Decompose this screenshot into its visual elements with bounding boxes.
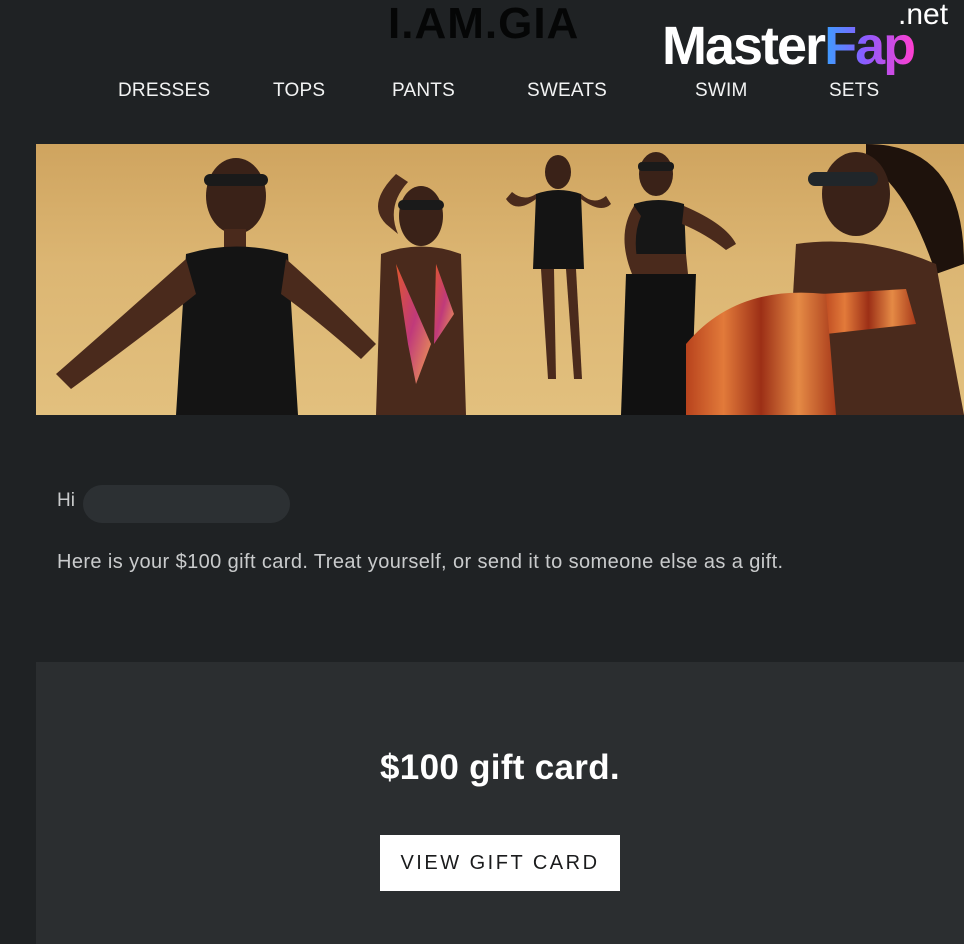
model-swimsuit: [376, 174, 466, 415]
model-striped-set: [686, 144, 964, 415]
gift-card-panel: $100 gift card. VIEW GIFT CARD: [36, 662, 964, 944]
email-greeting: Hi: [57, 490, 75, 511]
nav-item-pants[interactable]: PANTS: [392, 80, 455, 102]
model-black-top: [56, 158, 376, 415]
watermark-master-text: Master: [662, 16, 826, 76]
watermark-wordmark: MasterFap: [662, 16, 916, 76]
hero-models-illustration: [56, 144, 964, 415]
nav-item-tops[interactable]: TOPS: [273, 80, 325, 102]
nav-item-sets[interactable]: SETS: [829, 80, 879, 102]
model-black-dress: [506, 155, 611, 379]
nav-item-swim[interactable]: SWIM: [695, 80, 748, 102]
category-nav: DRESSES TOPS PANTS SWEATS SWIM SETS: [0, 80, 964, 106]
watermark-logo: MasterFap .net: [660, 0, 964, 82]
gift-card-title: $100 gift card.: [380, 748, 620, 787]
nav-item-sweats[interactable]: SWEATS: [527, 80, 607, 102]
recipient-name-redacted: [83, 485, 290, 523]
watermark-net-text: .net: [898, 0, 949, 31]
brand-logo[interactable]: I.AM.GIA: [388, 2, 579, 46]
email-message: Here is your $100 gift card. Treat yours…: [57, 551, 784, 573]
nav-item-dresses[interactable]: DRESSES: [118, 80, 210, 102]
hero-banner-image[interactable]: [36, 144, 964, 415]
view-gift-card-button[interactable]: VIEW GIFT CARD: [380, 835, 620, 891]
